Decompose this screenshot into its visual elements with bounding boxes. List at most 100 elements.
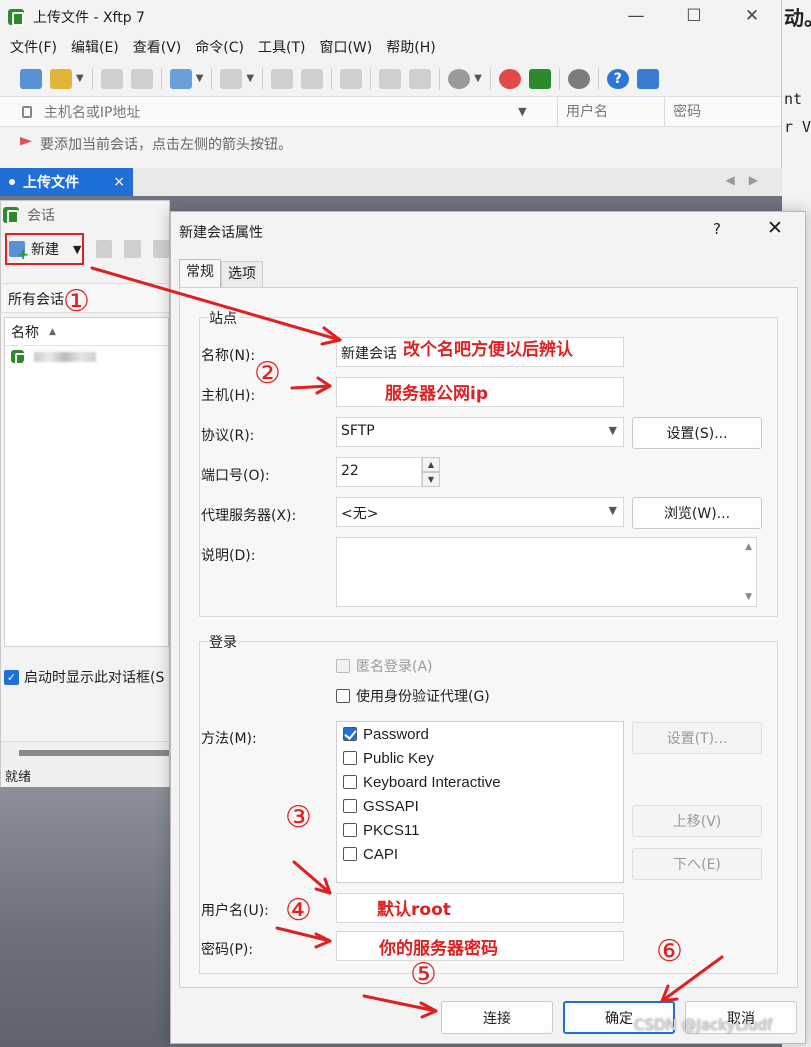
minimize-button[interactable]: — (607, 0, 665, 32)
horizontal-scrollbar[interactable] (19, 750, 169, 756)
disconnect-icon[interactable] (130, 68, 153, 89)
new-session-icon[interactable] (20, 68, 42, 89)
tab-upload[interactable]: 上传文件 × (0, 168, 133, 196)
window-controls: — ☐ ✕ (607, 0, 781, 32)
description-label: 说明(D): (201, 548, 256, 564)
auth-agent-label: 使用身份验证代理(G) (356, 689, 490, 705)
cut-icon[interactable] (124, 240, 141, 258)
chevron-down-icon[interactable]: ▼ (196, 73, 204, 84)
list-item[interactable] (5, 346, 168, 367)
menu-help[interactable]: 帮助(H) (386, 37, 435, 57)
protocol-select[interactable]: SFTP ▼ (336, 417, 624, 447)
method-password[interactable]: Password (337, 722, 623, 746)
toolbar-divider (370, 67, 372, 90)
method-checkbox[interactable] (343, 799, 357, 813)
method-checkbox[interactable] (343, 751, 357, 765)
method-checkbox[interactable] (343, 727, 357, 741)
address-bar: 主机名或IP地址 ▼ 用户名 密码 (0, 96, 781, 127)
chevron-down-icon[interactable]: ▼ (73, 243, 81, 256)
tab-general[interactable]: 常规 (179, 259, 221, 287)
tab-options[interactable]: 选项 (221, 261, 263, 287)
method-capi[interactable]: CAPI (337, 842, 623, 866)
maximize-button[interactable]: ☐ (665, 0, 723, 32)
auth-agent-row[interactable]: 使用身份验证代理(G) (336, 686, 490, 706)
terminal-icon[interactable] (220, 68, 243, 89)
browse-button[interactable]: 浏览(W)... (632, 497, 762, 529)
password-input[interactable]: 密码 (664, 96, 781, 127)
step-2-mark: ② (254, 356, 281, 391)
copy-icon[interactable] (379, 68, 402, 89)
anonymous-login-row: 匿名登录(A) (336, 656, 433, 676)
method-checkbox[interactable] (343, 847, 357, 861)
move-up-button[interactable]: 上移(V) (632, 805, 762, 837)
proxy-select[interactable]: <无> ▼ (336, 497, 624, 527)
chevron-down-icon[interactable]: ▼ (76, 73, 84, 84)
method-public-key[interactable]: Public Key (337, 746, 623, 770)
description-textarea[interactable]: ▲ ▼ (336, 537, 757, 607)
gear-icon[interactable] (567, 68, 590, 89)
startup-checkbox[interactable]: ✓ (4, 669, 19, 685)
file-copy-icon[interactable] (301, 68, 324, 89)
spin-up-icon[interactable]: ▲ (422, 457, 440, 472)
move-down-button[interactable]: 下へ(E) (632, 848, 762, 880)
close-button[interactable]: ✕ (723, 0, 781, 32)
status-icon[interactable] (448, 68, 471, 89)
file-icon[interactable] (271, 68, 294, 89)
method-label: Password (363, 725, 429, 743)
menu-command[interactable]: 命令(C) (195, 37, 244, 57)
host-address-input[interactable]: 主机名或IP地址 (44, 102, 510, 122)
startup-checkbox-row[interactable]: ✓ 启动时显示此对话框(S (4, 667, 164, 687)
tab-close-icon[interactable]: × (113, 174, 125, 190)
menu-edit[interactable]: 编辑(E) (71, 37, 119, 57)
new-session-button[interactable]: 新建 ▼ (5, 233, 85, 265)
step-1-mark: ① (63, 284, 90, 319)
chevron-down-icon[interactable]: ▼ (518, 105, 557, 118)
open-folder-icon[interactable] (50, 68, 72, 89)
method-checkbox[interactable] (343, 823, 357, 837)
chat-icon[interactable] (636, 68, 659, 89)
copy-icon[interactable] (152, 240, 170, 258)
username-input[interactable]: 用户名 (557, 96, 664, 127)
step-5-mark: ⑤ (410, 957, 437, 992)
dialog-close-button[interactable]: ✕ (767, 217, 783, 239)
method-gssapi[interactable]: GSSAPI (337, 794, 623, 818)
menu-view[interactable]: 查看(V) (133, 37, 182, 57)
open-session-icon[interactable] (96, 240, 113, 258)
xshell-icon[interactable] (498, 68, 521, 89)
help-icon[interactable]: ? (606, 68, 629, 89)
protocol-settings-button[interactable]: 设置(S)... (632, 417, 762, 449)
properties-icon[interactable] (169, 68, 192, 89)
scroll-down-icon[interactable]: ▼ (745, 592, 752, 602)
chevron-down-icon[interactable]: ▼ (474, 73, 482, 84)
method-settings-button[interactable]: 设置(T)... (632, 722, 762, 754)
proxy-label: 代理服务器(X): (201, 508, 297, 524)
method-checkbox[interactable] (343, 775, 357, 789)
status-bar: 就绪 (1, 741, 169, 787)
column-name-header[interactable]: 名称 (11, 322, 39, 342)
menu-tools[interactable]: 工具(T) (258, 37, 305, 57)
help-button[interactable]: ? (713, 220, 721, 238)
auth-agent-checkbox[interactable] (336, 689, 350, 703)
connect-icon[interactable] (100, 68, 123, 89)
menu-window[interactable]: 窗口(W) (319, 37, 372, 57)
auth-method-list[interactable]: Password Public Key Keyboard Interactive… (336, 721, 624, 883)
host-annotation: 服务器公网ip (385, 384, 488, 404)
transfer-icon[interactable] (340, 68, 363, 89)
xftp-icon[interactable] (528, 68, 551, 89)
session-list[interactable]: 名称 ▲ (4, 317, 169, 647)
method-pkcs11[interactable]: PKCS11 (337, 818, 623, 842)
spin-down-icon[interactable]: ▼ (422, 472, 440, 487)
chevron-down-icon[interactable]: ▼ (246, 73, 254, 84)
connect-button[interactable]: 连接 (441, 1001, 553, 1034)
toolbar-divider (91, 67, 93, 90)
tab-scroll-arrows[interactable]: ◀▶ (726, 173, 772, 187)
port-input[interactable]: 22 (336, 457, 422, 487)
tab-label: 上传文件 (23, 175, 79, 191)
port-stepper[interactable]: 22 ▲ ▼ (336, 457, 440, 487)
menu-file[interactable]: 文件(F) (10, 37, 57, 57)
method-keyboard-interactive[interactable]: Keyboard Interactive (337, 770, 623, 794)
scroll-up-icon[interactable]: ▲ (745, 542, 752, 552)
method-label: GSSAPI (363, 797, 419, 815)
toolbar-divider (558, 67, 560, 90)
paste-icon[interactable] (409, 68, 432, 89)
